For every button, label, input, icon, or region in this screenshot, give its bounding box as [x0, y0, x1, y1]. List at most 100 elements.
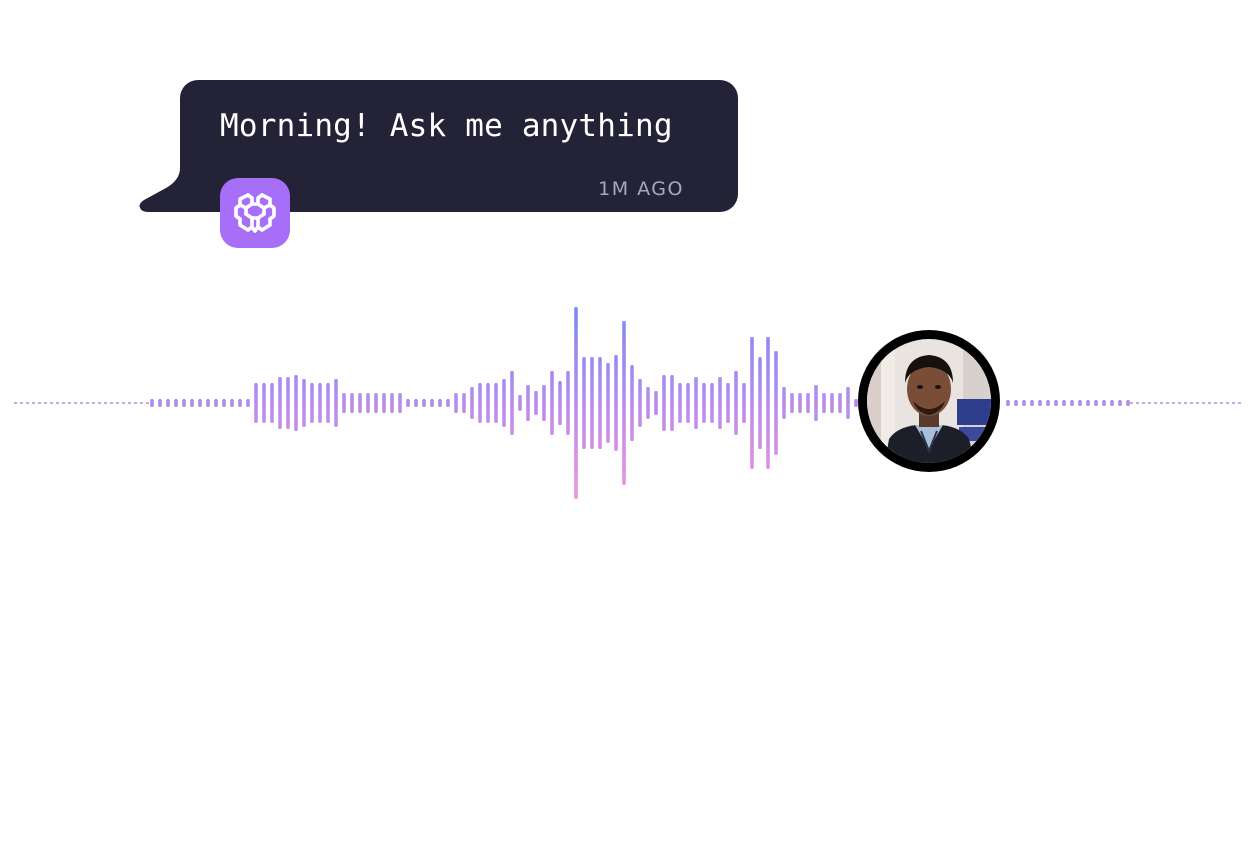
waveform-bar	[262, 383, 266, 423]
waveform-bar	[614, 355, 618, 451]
waveform-bar	[1038, 400, 1042, 406]
waveform-bar	[150, 399, 154, 407]
waveform-bar	[398, 393, 402, 413]
waveform-bar	[678, 383, 682, 423]
waveform-bar	[606, 363, 610, 443]
waveform-bar	[166, 399, 170, 407]
waveform-bar	[278, 377, 282, 429]
waveform-bar	[350, 393, 354, 413]
waveform-bar	[246, 399, 250, 407]
waveform-bar	[462, 393, 466, 413]
waveform-bar	[478, 383, 482, 423]
waveform-bar	[1062, 400, 1066, 406]
voice-waveform	[14, 307, 1242, 499]
waveform-bar	[582, 357, 586, 449]
waveform-bar	[542, 385, 546, 421]
waveform-bar	[1054, 400, 1058, 406]
waveform-bar	[374, 393, 378, 413]
waveform-bar	[686, 383, 690, 423]
waveform-bar	[846, 387, 850, 419]
waveform-bar	[534, 391, 538, 415]
waveform-bar	[782, 387, 786, 419]
waveform-bar	[318, 383, 322, 423]
waveform-bar	[710, 383, 714, 423]
waveform-bar	[406, 399, 410, 407]
waveform-bar	[430, 399, 434, 407]
waveform-bar	[454, 393, 458, 413]
waveform-bar	[574, 307, 578, 499]
waveform-bar	[254, 383, 258, 423]
waveform-bar	[302, 379, 306, 427]
waveform-bar	[438, 399, 442, 407]
waveform-bar	[1102, 400, 1106, 406]
waveform-bar	[366, 393, 370, 413]
waveform-bar	[558, 381, 562, 425]
waveform-bar	[382, 393, 386, 413]
waveform-bar	[718, 377, 722, 429]
waveform-bar	[798, 393, 802, 413]
waveform-bar	[630, 365, 634, 441]
waveform-bar	[238, 399, 242, 407]
waveform-bar	[342, 393, 346, 413]
waveform-bar	[734, 371, 738, 435]
waveform-bar	[326, 383, 330, 423]
waveform-bar	[206, 399, 210, 407]
waveform-bar	[750, 337, 754, 469]
waveform-bar	[646, 387, 650, 419]
waveform-bar	[494, 383, 498, 423]
waveform-bar	[662, 375, 666, 431]
waveform-bar	[294, 375, 298, 431]
waveform-bar	[190, 399, 194, 407]
waveform-bar	[1006, 400, 1010, 406]
waveform-bar	[830, 393, 834, 413]
waveform-bar	[390, 393, 394, 413]
waveform-bar	[1086, 400, 1090, 406]
waveform-bar	[158, 399, 162, 407]
waveform-bar	[622, 321, 626, 485]
waveform-bar	[310, 383, 314, 423]
waveform-bar	[758, 357, 762, 449]
waveform-bar	[214, 399, 218, 407]
waveform-bar	[358, 393, 362, 413]
waveform-bar	[742, 383, 746, 423]
waveform-bar	[502, 379, 506, 427]
user-photo-avatar	[867, 339, 991, 463]
waveform-bar	[774, 351, 778, 455]
waveform-bar	[230, 399, 234, 407]
waveform-bar	[766, 337, 770, 469]
waveform-bar	[334, 379, 338, 427]
waveform-bar	[598, 357, 602, 449]
waveform-bar	[414, 399, 418, 407]
waveform-bar	[1046, 400, 1050, 406]
waveform-bar	[638, 379, 642, 427]
waveform-bar	[790, 393, 794, 413]
waveform-bar	[222, 399, 226, 407]
waveform-bar	[694, 377, 698, 429]
waveform-bar	[566, 371, 570, 435]
waveform-bar	[550, 371, 554, 435]
waveform-bar	[822, 393, 826, 413]
waveform-bar	[1094, 400, 1098, 406]
waveform-bar	[1030, 400, 1034, 406]
waveform-bar	[510, 371, 514, 435]
waveform-bar	[446, 399, 450, 407]
waveform-bar	[1070, 400, 1074, 406]
waveform-bar	[654, 391, 658, 415]
waveform-bar	[182, 399, 186, 407]
waveform-bar	[1078, 400, 1082, 406]
waveform-bar	[838, 393, 842, 413]
waveform-bar	[526, 385, 530, 421]
waveform-bar	[486, 383, 490, 423]
waveform-bar	[470, 387, 474, 419]
waveform-bar	[1126, 400, 1130, 406]
waveform-bar	[1118, 400, 1122, 406]
waveform-bar	[814, 385, 818, 421]
waveform-bar	[1022, 400, 1026, 406]
waveform-bar	[286, 377, 290, 429]
waveform-bar	[726, 383, 730, 423]
waveform-bar	[1110, 400, 1114, 406]
user-avatar	[858, 330, 1000, 472]
waveform-bar	[1014, 400, 1018, 406]
waveform-bar	[702, 383, 706, 423]
waveform-bar	[590, 357, 594, 449]
